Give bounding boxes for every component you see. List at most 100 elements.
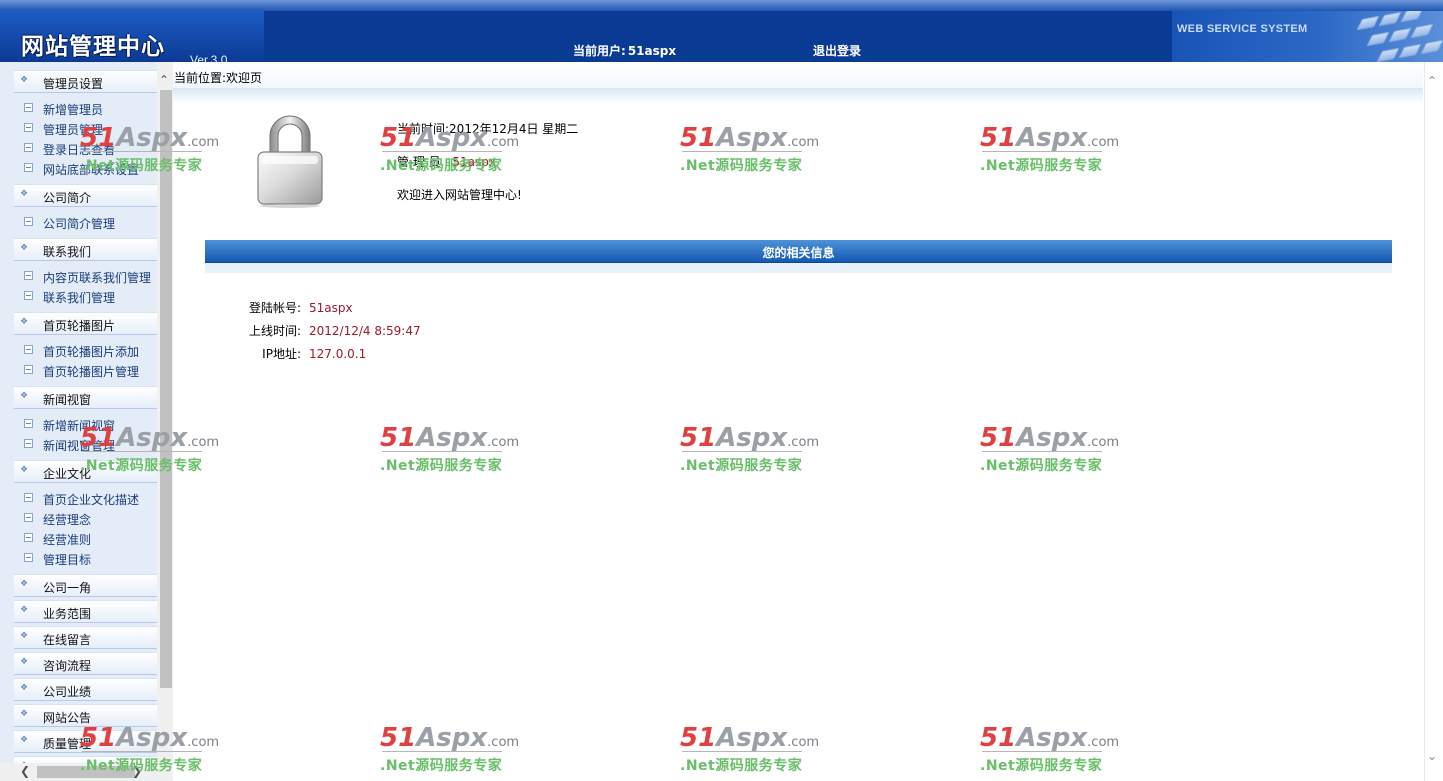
- detail-key: 登陆帐号:: [248, 301, 301, 315]
- diamond-bullet-icon: ❖: [20, 243, 29, 253]
- watermark-suffix: .com: [787, 735, 820, 750]
- detail-value: 51aspx: [309, 301, 353, 315]
- detail-row: 上线时间: 2012/12/4 8:59:47: [244, 322, 421, 339]
- watermark-tagline: .Net源码服务专家: [680, 151, 803, 175]
- logout-link[interactable]: 退出登录: [813, 42, 861, 59]
- diamond-bullet-icon: ❖: [20, 579, 29, 589]
- diamond-bullet-icon: ❖: [20, 709, 29, 719]
- watermark-suffix: .com: [487, 735, 520, 750]
- sidebar-group[interactable]: ❖ 管理员设置: [14, 70, 157, 93]
- watermark-suffix: .com: [787, 135, 820, 150]
- sidebar-group-label: 质量管理: [43, 737, 92, 751]
- sidebar-item[interactable]: 新增新闻视窗: [14, 416, 157, 436]
- watermark-tagline-text: .Net源码服务专家: [680, 158, 803, 174]
- sidebar-group[interactable]: ❖ 联系我们: [14, 238, 157, 261]
- sidebar-item[interactable]: 经营理念: [14, 510, 157, 530]
- sidebar-group[interactable]: ❖ 质量管理: [14, 730, 157, 753]
- watermark-tagline-text: .Net源码服务专家: [980, 458, 1103, 474]
- watermark: 51Aspx.com .Net源码服务专家: [680, 724, 820, 776]
- sidebar-item[interactable]: 经营准则: [14, 530, 157, 550]
- welcome-text: 欢迎进入网站管理中心!: [397, 188, 522, 202]
- watermark-tagline: .Net源码服务专家: [380, 751, 503, 775]
- watermark: 51Aspx.com .Net源码服务专家: [980, 724, 1120, 776]
- sidebar-item[interactable]: 管理员管理: [14, 120, 157, 140]
- sidebar-group[interactable]: ❖ 在线留言: [14, 626, 157, 649]
- watermark-logo: 51Aspx.com: [680, 124, 819, 157]
- sidebar-horizontal-thumb[interactable]: [37, 766, 135, 778]
- sidebar-group[interactable]: ❖ 公司简介: [14, 184, 157, 207]
- minus-box-icon: [24, 553, 33, 562]
- sidebar-item[interactable]: 联系我们管理: [14, 288, 157, 308]
- watermark-tagline-text: .Net源码服务专家: [380, 758, 503, 774]
- detail-key: IP地址:: [262, 347, 301, 361]
- sidebar-group[interactable]: ❖ 业务范围: [14, 600, 157, 623]
- sidebar-group-label: 公司业绩: [43, 685, 92, 699]
- chevron-down-icon[interactable]: ⌄: [1427, 749, 1437, 763]
- chevron-up-icon[interactable]: ⌃: [159, 73, 169, 87]
- breadcrumb-shadow: [173, 89, 1423, 103]
- sidebar-item-label: 新闻视窗管理: [43, 439, 116, 453]
- sidebar-group-label: 联系我们: [43, 245, 92, 259]
- sidebar-group[interactable]: ❖ 公司业绩: [14, 678, 157, 701]
- current-user-name: 51aspx: [627, 44, 677, 58]
- sidebar-item-label: 首页轮播图片添加: [43, 345, 140, 359]
- chevron-up-icon[interactable]: ⌃: [1427, 74, 1437, 88]
- sidebar-group[interactable]: ❖ 公司一角: [14, 574, 157, 597]
- watermark-word: Aspx: [1016, 123, 1088, 153]
- current-time-value: 2012年12月4日 星期二: [449, 122, 579, 136]
- sidebar-group[interactable]: ❖ 咨询流程: [14, 652, 157, 675]
- sidebar-item[interactable]: 网站底部联系设置: [14, 160, 157, 180]
- minus-box-icon: [24, 345, 33, 354]
- chevron-right-icon[interactable]: ❯: [132, 764, 142, 778]
- current-user-display: 当前用户: 51aspx: [571, 42, 676, 59]
- sidebar-group[interactable]: ❖ 企业文化: [14, 460, 157, 483]
- minus-box-icon: [24, 123, 33, 132]
- brand-area: WEB SERVICE SYSTEM: [1172, 11, 1443, 62]
- keyboard-key-icon: [1388, 27, 1412, 43]
- chevron-left-icon[interactable]: ❮: [20, 764, 30, 778]
- sidebar-group[interactable]: ❖ 首页轮播图片: [14, 312, 157, 335]
- keyboard-key-icon: [1398, 43, 1422, 59]
- sidebar-item[interactable]: 新闻视窗管理: [14, 436, 157, 456]
- watermark-tagline-text: .Net源码服务专家: [980, 158, 1103, 174]
- header-top-strip: [0, 0, 1443, 11]
- sidebar-item[interactable]: 首页轮播图片管理: [14, 362, 157, 382]
- sidebar-group-label: 管理员设置: [43, 77, 104, 91]
- sidebar-item[interactable]: 首页企业文化描述: [14, 490, 157, 510]
- sidebar-item[interactable]: 首页轮播图片添加: [14, 342, 157, 362]
- sidebar-item-label: 内容页联系我们管理: [43, 271, 152, 285]
- watermark-word: Aspx: [716, 723, 788, 753]
- sidebar-item[interactable]: 登录日志查看: [14, 140, 157, 160]
- minus-box-icon: [24, 533, 33, 542]
- sidebar-group[interactable]: ❖ 网站公告: [14, 704, 157, 727]
- sidebar-group[interactable]: ❖ 新闻视窗: [14, 386, 157, 409]
- sidebar-group-label: 咨询流程: [43, 659, 92, 673]
- watermark: 51Aspx.com .Net源码服务专家: [980, 124, 1120, 176]
- admin-info: 管 理 员 : 51aspx: [397, 153, 496, 170]
- watermark-num: 51: [680, 123, 717, 153]
- watermark: 51Aspx.com .Net源码服务专家: [380, 424, 520, 476]
- diamond-bullet-icon: ❖: [20, 631, 29, 641]
- sidebar-group-label: 首页轮播图片: [43, 319, 116, 333]
- diamond-bullet-icon: ❖: [20, 657, 29, 667]
- minus-box-icon: [24, 217, 33, 226]
- watermark-logo: 51Aspx.com: [980, 124, 1119, 157]
- minus-box-icon: [24, 439, 33, 448]
- sidebar-item[interactable]: 公司简介管理: [14, 214, 157, 234]
- sidebar-item-label: 登录日志查看: [43, 143, 116, 157]
- sidebar-scrollbar-thumb[interactable]: [160, 90, 172, 688]
- watermark-logo: 51Aspx.com: [380, 424, 519, 457]
- sidebar-item[interactable]: 管理目标: [14, 550, 157, 570]
- watermark-tagline: .Net源码服务专家: [980, 151, 1103, 175]
- breadcrumb: 当前位置:欢迎页: [173, 62, 1423, 89]
- keyboard-key-icon: [1420, 39, 1443, 55]
- watermark-word: Aspx: [1016, 423, 1088, 453]
- watermark-num: 51: [380, 423, 417, 453]
- section-title: 您的相关信息: [762, 246, 835, 260]
- watermark: 51Aspx.com .Net源码服务专家: [680, 124, 820, 176]
- main-scrollbar[interactable]: [1424, 62, 1443, 781]
- sidebar-item-label: 管理目标: [43, 553, 92, 567]
- sidebar-item-label: 经营理念: [43, 513, 92, 527]
- sidebar-item[interactable]: 内容页联系我们管理: [14, 268, 157, 288]
- sidebar-item[interactable]: 新增管理员: [14, 100, 157, 120]
